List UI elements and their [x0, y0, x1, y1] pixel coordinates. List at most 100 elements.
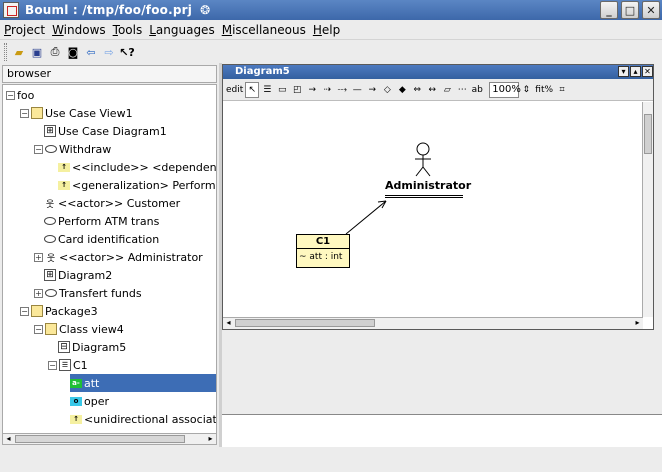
class-name: C1: [297, 235, 349, 249]
toolbar-grip[interactable]: [4, 43, 7, 61]
collapse-icon[interactable]: −: [48, 360, 57, 370]
tree-node-oper[interactable]: o oper: [70, 392, 109, 410]
optimal-window-icon[interactable]: ⌗: [555, 82, 569, 98]
tree-node-association[interactable]: ↑ <unidirectional associatio: [70, 410, 216, 428]
tree-node-use-case-diagram[interactable]: ⊞ Use Case Diagram1: [44, 122, 167, 140]
tree-node-package3[interactable]: − Package3: [20, 302, 98, 320]
tree-node-card-identification[interactable]: Card identification: [44, 230, 159, 248]
status-strip: [0, 447, 662, 472]
association-tool-icon[interactable]: —: [350, 82, 364, 98]
scroll-right-icon[interactable]: ▸: [205, 434, 216, 444]
scroll-left-icon[interactable]: ◂: [3, 434, 14, 444]
tree-node-withdraw[interactable]: − Withdraw: [34, 140, 111, 158]
composition-tool-icon[interactable]: ◆: [395, 82, 409, 98]
open-folder-icon[interactable]: ▰: [11, 44, 27, 60]
menu-windows[interactable]: Windows: [52, 23, 106, 37]
actor-icon: 웃: [45, 199, 55, 210]
tree-node-actor-customer[interactable]: 웃 <<actor>> Customer: [44, 194, 180, 212]
collapse-icon[interactable]: −: [34, 144, 43, 154]
class-c1-box[interactable]: C1 ~ att : int: [296, 234, 350, 268]
tree-node-att[interactable]: a-att: [70, 374, 216, 392]
tree-node-include-dependency[interactable]: ↑<<include>> <dependency>: [58, 158, 216, 176]
diagram-minimize-button[interactable]: ▾: [618, 66, 629, 77]
menu-tools[interactable]: Tools: [113, 23, 143, 37]
tree-node-transfert-funds[interactable]: + Transfert funds: [34, 284, 142, 302]
menu-help[interactable]: Help: [313, 23, 340, 37]
package-tool-icon[interactable]: ▭: [275, 82, 289, 98]
use-case-icon: [45, 145, 57, 153]
whats-this-icon[interactable]: ↖?: [119, 44, 135, 60]
diagram-title-bar: Diagram5 ▾ ▴ ✕: [223, 65, 653, 79]
diagram-icon: ⊞: [44, 125, 56, 137]
scroll-thumb[interactable]: [15, 435, 185, 443]
actor-administrator-label[interactable]: Administrator: [385, 179, 471, 192]
browser-tree[interactable]: − foo − Use Case View1 ⊞ Use Case Diagram1 …: [2, 84, 217, 434]
text-tool-icon[interactable]: ab: [470, 82, 484, 98]
class-tool-icon[interactable]: ☰: [260, 82, 274, 98]
browser-label: browser: [2, 65, 217, 83]
browser-pane: browser − foo − Use Case View1 ⊞ Use Case D…: [0, 63, 219, 447]
tree-node-generalization[interactable]: ↑ <generalization> Perform AT: [58, 176, 216, 194]
diagram-window: Diagram5 ▾ ▴ ✕ edit ↖ ☰ ▭ ◰ → ⇢ ⤏ — → ◇ …: [222, 64, 654, 330]
bidirectional-tool-icon[interactable]: ⇔: [410, 82, 424, 98]
note-tool-icon[interactable]: ▱: [440, 82, 454, 98]
binoculars-icon[interactable]: ◙: [65, 44, 81, 60]
tree-node-class-c1[interactable]: − ☰ C1: [48, 356, 88, 374]
realize-tool-icon[interactable]: ⇢: [320, 82, 334, 98]
use-case-icon: [44, 217, 56, 225]
fragment-tool-icon[interactable]: ◰: [290, 82, 304, 98]
diagram-close-button[interactable]: ✕: [642, 66, 653, 77]
actor-figure-icon[interactable]: [415, 142, 431, 177]
close-button[interactable]: ✕: [642, 1, 660, 19]
expand-icon[interactable]: +: [34, 288, 43, 298]
diagram-toolbar: edit ↖ ☰ ▭ ◰ → ⇢ ⤏ — → ◇ ◆ ⇔ ↔ ▱ ⋯ ab 10…: [223, 79, 653, 101]
back-arrow-icon[interactable]: ⇦: [83, 44, 99, 60]
expand-icon[interactable]: +: [34, 252, 43, 262]
tree-node-diagram2[interactable]: ⊞ Diagram2: [44, 266, 112, 284]
tree-node-project[interactable]: − foo: [6, 86, 34, 104]
association-arrow[interactable]: [345, 200, 387, 235]
main-toolbar: ▰ ▣ ⎙ ◙ ⇦ ⇨ ↖?: [0, 41, 662, 63]
anchor-tool-icon[interactable]: ⋯: [455, 82, 469, 98]
select-pointer-icon[interactable]: ↖: [245, 81, 260, 98]
tree-node-perform-atm[interactable]: Perform ATM trans: [44, 212, 159, 230]
menu-miscellaneous[interactable]: Miscellaneous: [222, 23, 306, 37]
minimize-button[interactable]: _: [600, 1, 618, 19]
link-tool-icon[interactable]: ↔: [425, 82, 439, 98]
generalization-icon: ↑: [58, 180, 70, 190]
zoom-spinner-icon[interactable]: ⇕: [519, 82, 533, 98]
forward-arrow-icon[interactable]: ⇨: [101, 44, 117, 60]
diagram-maximize-button[interactable]: ▴: [630, 66, 641, 77]
diagram-canvas[interactable]: Administrator C1 ~ att : int: [223, 102, 643, 317]
aggregation-tool-icon[interactable]: ◇: [380, 82, 394, 98]
menu-bar: Project Windows Tools Languages Miscella…: [0, 20, 662, 40]
generalisation-tool-icon[interactable]: →: [305, 82, 319, 98]
scroll-thumb[interactable]: [644, 114, 652, 154]
directional-association-icon[interactable]: →: [365, 82, 379, 98]
tree-node-class-view4[interactable]: − Class view4: [34, 320, 124, 338]
browser-horizontal-scrollbar[interactable]: ◂ ▸: [2, 433, 217, 445]
save-icon[interactable]: ▣: [29, 44, 45, 60]
collapse-icon[interactable]: −: [6, 90, 15, 100]
diagram-horizontal-scrollbar[interactable]: ◂ ▸: [223, 317, 643, 329]
tree-node-use-case-view[interactable]: − Use Case View1: [20, 104, 133, 122]
scroll-right-icon[interactable]: ▸: [632, 318, 643, 328]
tree-node-diagram5[interactable]: ⊟ Diagram5: [58, 338, 126, 356]
comment-area[interactable]: [222, 414, 662, 447]
zoom-field[interactable]: 100%: [489, 81, 521, 98]
collapse-icon[interactable]: −: [34, 324, 43, 334]
maximize-button[interactable]: □: [621, 1, 639, 19]
collapse-icon[interactable]: −: [20, 306, 29, 316]
window-title: Bouml : /tmp/foo/foo.prj: [25, 3, 193, 17]
fit-label[interactable]: fit%: [534, 82, 554, 98]
diagram-vertical-scrollbar[interactable]: [642, 102, 653, 317]
tree-node-actor-administrator[interactable]: + 웃 <<actor>> Administrator: [34, 248, 203, 266]
scroll-thumb[interactable]: [235, 319, 375, 327]
dependency-tool-icon[interactable]: ⤏: [335, 82, 349, 98]
print-icon[interactable]: ⎙: [47, 44, 63, 60]
menu-project[interactable]: Project: [4, 23, 45, 37]
scroll-left-icon[interactable]: ◂: [223, 318, 234, 328]
menu-languages[interactable]: Languages: [149, 23, 214, 37]
collapse-icon[interactable]: −: [20, 108, 29, 118]
bouml-app-icon[interactable]: [3, 2, 19, 18]
